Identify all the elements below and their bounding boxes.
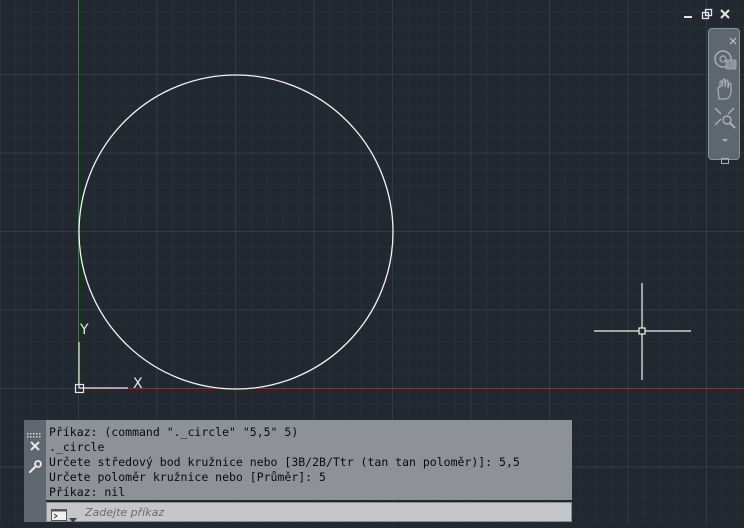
command-input-bar[interactable] xyxy=(46,502,572,523)
minimize-icon[interactable] xyxy=(682,8,694,20)
terminal-icon[interactable] xyxy=(51,506,67,521)
history-line: Příkaz: (command "._circle" "5,5" 5) xyxy=(49,425,299,439)
history-line: Určete středový bod kružnice nebo [3B/2B… xyxy=(49,455,520,469)
command-line-grip[interactable] xyxy=(24,420,46,522)
navbar-handle[interactable] xyxy=(721,149,729,164)
steering-wheel-icon[interactable] xyxy=(712,47,738,71)
pan-hand-icon[interactable] xyxy=(712,77,738,101)
close-icon[interactable] xyxy=(29,437,41,451)
drag-handle-icon[interactable] xyxy=(26,423,44,438)
command-input[interactable] xyxy=(85,504,565,520)
chevron-down-icon[interactable] xyxy=(69,509,77,523)
ucs-icon xyxy=(74,342,128,394)
close-icon[interactable] xyxy=(719,8,731,20)
ucs-y-label: Y xyxy=(79,322,89,338)
history-line: Určete poloměr kružnice nebo [Průměr]: 5 xyxy=(49,470,326,484)
command-line-window[interactable]: Příkaz: (command "._circle" "5,5" 5) ._c… xyxy=(24,420,572,523)
ucs-x-label: X xyxy=(133,376,143,392)
crosshair-cursor xyxy=(594,283,691,380)
zoom-extents-icon[interactable] xyxy=(712,105,738,129)
wrench-icon[interactable] xyxy=(28,459,42,474)
restore-icon[interactable] xyxy=(701,8,713,20)
chevron-down-icon[interactable] xyxy=(712,131,738,142)
history-line: ._circle xyxy=(49,440,105,454)
command-history: Příkaz: (command "._circle" "5,5" 5) ._c… xyxy=(46,420,572,500)
history-line: Příkaz: nil xyxy=(49,485,126,499)
navbar-close-icon[interactable] xyxy=(729,30,737,45)
navigation-bar[interactable] xyxy=(708,28,740,164)
